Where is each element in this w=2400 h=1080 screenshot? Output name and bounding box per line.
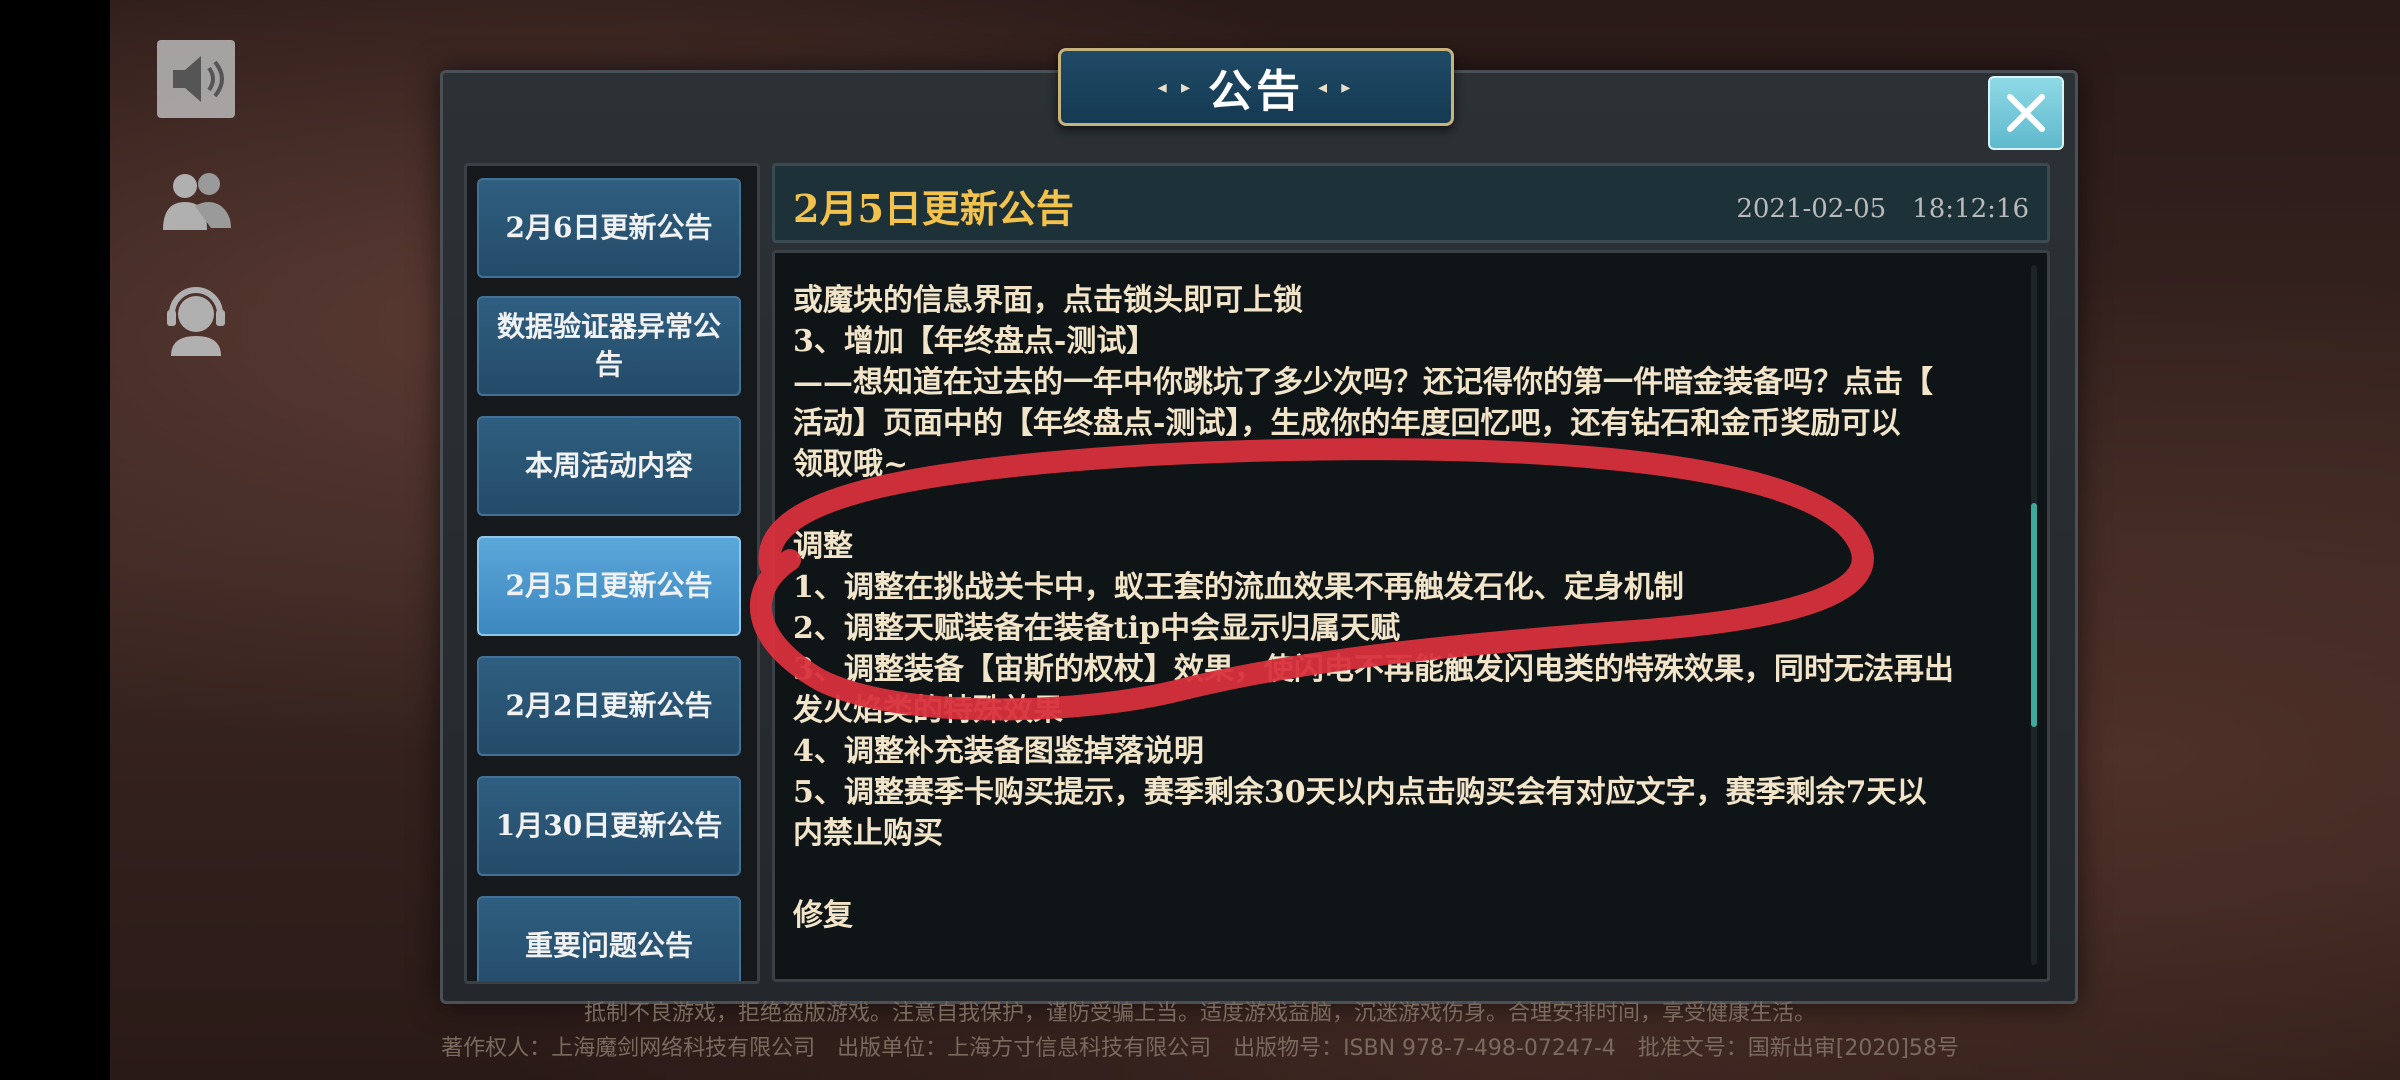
tab-jan30-update[interactable]: 1月30日更新公告 <box>477 776 741 876</box>
close-button[interactable] <box>1988 76 2064 150</box>
clipped-line <box>793 253 2003 280</box>
customer-service-icon[interactable] <box>155 278 237 360</box>
tab-validator-issue[interactable]: 数据验证器异常公告 <box>477 296 741 396</box>
section-heading: 修复 <box>793 898 853 933</box>
footer-publisher-info: 著作权人：上海魔剑网络科技有限公司 出版单位：上海方寸信息科技有限公司 出版物号… <box>441 1036 1959 1061</box>
tab-label: 数据验证器异常公告 <box>496 310 721 381</box>
tab-label: 2月2日更新公告 <box>505 689 713 722</box>
announcement-tab-list: 2月6日更新公告 数据验证器异常公告 本周活动内容 2月5日更新公告 2月2日更… <box>464 163 760 984</box>
tab-weekly-events[interactable]: 本周活动内容 <box>477 416 741 516</box>
scrollbar-thumb[interactable] <box>2031 503 2037 727</box>
section-heading: 调整 <box>793 529 853 564</box>
tab-label: 本周活动内容 <box>524 449 693 482</box>
announcement-title: 2月5日更新公告 <box>793 186 1074 231</box>
content-line: 内禁止购买 <box>793 816 943 851</box>
content-line: 1、调整在挑战关卡中，蚁王套的流血效果不再触发石化、定身机制 <box>793 570 1684 605</box>
announcement-header: 2月5日更新公告 2021-02-05 18:12:16 <box>772 163 2050 243</box>
dialog-title: 公告 <box>1208 66 1304 117</box>
announcement-content[interactable]: 或魔块的信息界面，点击锁头即可上锁 3、增加【年终盘点-测试】 ——想知道在过去… <box>772 250 2050 982</box>
tab-feb2-update[interactable]: 2月2日更新公告 <box>477 656 741 756</box>
volume-icon[interactable] <box>155 38 237 120</box>
tab-feb5-update[interactable]: 2月5日更新公告 <box>477 536 741 636</box>
content-line: 发火焰类的特殊效果 <box>793 693 1063 728</box>
tab-label: 1月30日更新公告 <box>495 809 723 842</box>
content-line: 活动】页面中的【年终盘点-测试】，生成你的年度回忆吧，还有钻石和金币奖励可以 <box>793 406 1901 441</box>
friends-icon[interactable] <box>155 160 237 242</box>
close-icon <box>2007 94 2045 132</box>
title-ornament-left-icon: ◂ ▸ <box>1157 76 1194 98</box>
announcement-date: 2021-02-05 18:12:16 <box>1736 194 2029 224</box>
tab-label: 2月6日更新公告 <box>505 211 713 244</box>
footer-health-notice: 抵制不良游戏，拒绝盗版游戏。注意自我保护，谨防受骗上当。适度游戏益脑，沉迷游戏伤… <box>583 1001 1816 1026</box>
tab-label: 2月5日更新公告 <box>505 569 713 602</box>
announcement-body: 或魔块的信息界面，点击锁头即可上锁 3、增加【年终盘点-测试】 ——想知道在过去… <box>793 253 2003 936</box>
tab-feb6-update[interactable]: 2月6日更新公告 <box>477 178 741 278</box>
content-line: 3、调整装备【宙斯的权杖】效果，使闪电不再能触发闪电类的特殊效果，同时无法再出 <box>793 652 1954 687</box>
content-scrollbar[interactable] <box>2031 265 2037 965</box>
content-line: 3、增加【年终盘点-测试】 <box>793 324 1157 359</box>
content-line: 4、调整补充装备图鉴掉落说明 <box>793 734 1204 769</box>
content-line: 领取哦~ <box>793 447 909 482</box>
content-line: 2、调整天赋装备在装备tip中会显示归属天赋 <box>793 611 1401 646</box>
tab-important-issues[interactable]: 重要问题公告 <box>477 896 741 981</box>
dialog-title-plate: ◂ ▸ 公告 ◂ ▸ <box>1058 48 1454 126</box>
content-line: ——想知道在过去的一年中你跳坑了多少次吗？还记得你的第一件暗金装备吗？点击【 <box>793 365 1933 400</box>
content-line: 5、调整赛季卡购买提示，赛季剩余30天以内点击购买会有对应文字，赛季剩余7天以 <box>793 775 1927 810</box>
content-line: 或魔块的信息界面，点击锁头即可上锁 <box>793 283 1303 318</box>
title-ornament-right-icon: ◂ ▸ <box>1318 76 1355 98</box>
tab-label: 重要问题公告 <box>524 929 693 962</box>
